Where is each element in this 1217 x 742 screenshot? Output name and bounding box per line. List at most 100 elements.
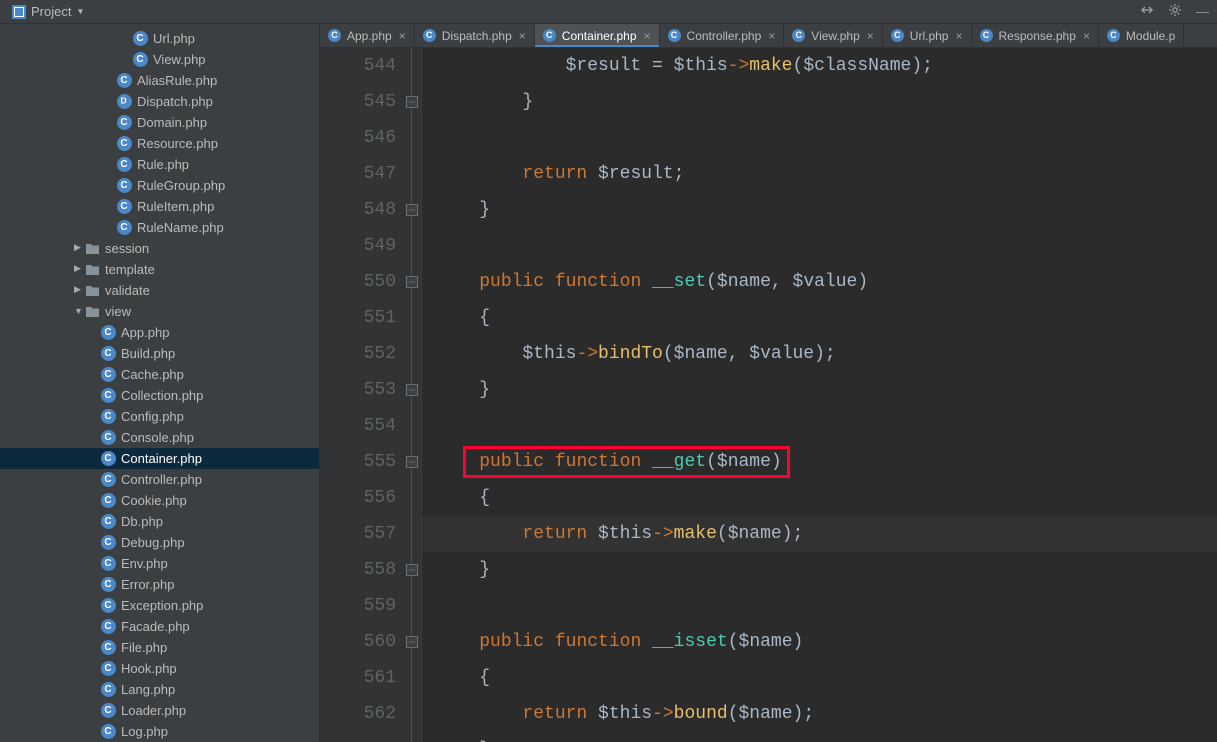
tree-file-cache-php[interactable]: CCache.php: [0, 364, 319, 385]
code-line[interactable]: {: [422, 660, 1217, 696]
tree-item-label: Url.php: [153, 31, 195, 46]
tree-file-app-php[interactable]: CApp.php: [0, 322, 319, 343]
code-line[interactable]: public function __get($name): [422, 444, 1217, 480]
tab-container-php[interactable]: CContainer.php×: [535, 24, 660, 47]
tree-file-debug-php[interactable]: CDebug.php: [0, 532, 319, 553]
code-line[interactable]: }: [422, 192, 1217, 228]
php-file-icon: C: [100, 388, 116, 404]
tree-file-domain-php[interactable]: CDomain.php: [0, 112, 319, 133]
close-icon[interactable]: ×: [955, 29, 962, 43]
tab-dispatch-php[interactable]: CDispatch.php×: [415, 24, 535, 47]
collapse-icon[interactable]: [1140, 3, 1154, 20]
project-tree[interactable]: CUrl.phpCView.phpCAliasRule.phpDDispatch…: [0, 24, 320, 742]
code-line[interactable]: $this->bindTo($name, $value);: [422, 336, 1217, 372]
code-line[interactable]: {: [422, 480, 1217, 516]
tab-view-php[interactable]: CView.php×: [784, 24, 883, 47]
close-icon[interactable]: ×: [1083, 29, 1090, 43]
gear-icon[interactable]: [1168, 3, 1182, 20]
php-file-icon: C: [100, 724, 116, 740]
fold-end-icon[interactable]: [406, 564, 418, 576]
tree-file-exception-php[interactable]: CException.php: [0, 595, 319, 616]
tree-file-file-php[interactable]: CFile.php: [0, 637, 319, 658]
close-icon[interactable]: ×: [519, 29, 526, 43]
fold-end-icon[interactable]: [406, 96, 418, 108]
code-line[interactable]: }: [422, 372, 1217, 408]
fold-collapse-icon[interactable]: [406, 636, 418, 648]
tab-app-php[interactable]: CApp.php×: [320, 24, 415, 47]
tab-label: Module.p: [1126, 29, 1175, 43]
close-icon[interactable]: ×: [867, 29, 874, 43]
tree-file-build-php[interactable]: CBuild.php: [0, 343, 319, 364]
fold-end-icon[interactable]: [406, 204, 418, 216]
tree-file-aliasrule-php[interactable]: CAliasRule.php: [0, 70, 319, 91]
code-line[interactable]: [422, 588, 1217, 624]
code-line[interactable]: $result = $this->make($className);: [422, 48, 1217, 84]
code-line[interactable]: public function __set($name, $value): [422, 264, 1217, 300]
php-file-icon: C: [100, 346, 116, 362]
code-line[interactable]: public function __isset($name): [422, 624, 1217, 660]
close-icon[interactable]: ×: [768, 29, 775, 43]
tab-url-php[interactable]: CUrl.php×: [883, 24, 972, 47]
tab-module-p[interactable]: CModule.p: [1099, 24, 1184, 47]
php-file-icon: C: [116, 115, 132, 131]
tree-file-config-php[interactable]: CConfig.php: [0, 406, 319, 427]
tree-folder-view[interactable]: ▼view: [0, 301, 319, 322]
tree-file-facade-php[interactable]: CFacade.php: [0, 616, 319, 637]
code-line[interactable]: }: [422, 84, 1217, 120]
tree-file-loader-php[interactable]: CLoader.php: [0, 700, 319, 721]
tree-file-db-php[interactable]: CDb.php: [0, 511, 319, 532]
tree-item-label: Debug.php: [121, 535, 185, 550]
project-selector[interactable]: Project ▼: [6, 2, 90, 21]
tree-file-error-php[interactable]: C Error.php: [0, 574, 319, 595]
hide-icon[interactable]: —: [1196, 4, 1207, 19]
code-line[interactable]: [422, 228, 1217, 264]
code-line[interactable]: return $this->make($name);: [422, 516, 1217, 552]
php-file-icon: C: [100, 598, 116, 614]
tree-file-resource-php[interactable]: CResource.php: [0, 133, 319, 154]
tree-item-label: Error.php: [121, 577, 174, 592]
code-line[interactable]: }: [422, 552, 1217, 588]
close-icon[interactable]: ×: [399, 29, 406, 43]
tab-controller-php[interactable]: CController.php×: [660, 24, 785, 47]
tree-file-env-php[interactable]: CEnv.php: [0, 553, 319, 574]
tree-file-rulegroup-php[interactable]: CRuleGroup.php: [0, 175, 319, 196]
code-editor[interactable]: $result = $this->make($className); } ret…: [422, 48, 1217, 742]
code-line[interactable]: }: [422, 732, 1217, 742]
tree-folder-validate[interactable]: ▶validate: [0, 280, 319, 301]
code-line[interactable]: [422, 120, 1217, 156]
code-line[interactable]: return $result;: [422, 156, 1217, 192]
close-icon[interactable]: ×: [644, 29, 651, 43]
fold-end-icon[interactable]: [406, 384, 418, 396]
tree-file-lang-php[interactable]: CLang.php: [0, 679, 319, 700]
tree-file-ruleitem-php[interactable]: CRuleItem.php: [0, 196, 319, 217]
tree-file-log-php[interactable]: CLog.php: [0, 721, 319, 742]
tab-response-php[interactable]: CResponse.php×: [972, 24, 1099, 47]
chevron-right-icon[interactable]: ▶: [74, 263, 84, 274]
tree-folder-session[interactable]: ▶session: [0, 238, 319, 259]
tree-file-console-php[interactable]: CConsole.php: [0, 427, 319, 448]
code-line[interactable]: [422, 408, 1217, 444]
tree-item-label: AliasRule.php: [137, 73, 217, 88]
tree-file-controller-php[interactable]: CController.php: [0, 469, 319, 490]
tree-file-view-php[interactable]: CView.php: [0, 49, 319, 70]
php-file-icon: C: [100, 451, 116, 467]
tree-file-url-php[interactable]: CUrl.php: [0, 28, 319, 49]
tree-file-dispatch-php[interactable]: DDispatch.php: [0, 91, 319, 112]
chevron-down-icon[interactable]: ▼: [74, 306, 84, 316]
code-line[interactable]: return $this->bound($name);: [422, 696, 1217, 732]
tree-file-hook-php[interactable]: CHook.php: [0, 658, 319, 679]
tree-file-rule-php[interactable]: CRule.php: [0, 154, 319, 175]
tree-item-label: RuleGroup.php: [137, 178, 225, 193]
tree-file-container-php[interactable]: CContainer.php: [0, 448, 319, 469]
fold-collapse-icon[interactable]: [406, 456, 418, 468]
php-file-icon: C: [100, 577, 116, 593]
chevron-right-icon[interactable]: ▶: [74, 284, 84, 295]
tree-file-rulename-php[interactable]: CRuleName.php: [0, 217, 319, 238]
code-line[interactable]: {: [422, 300, 1217, 336]
tree-folder-template[interactable]: ▶template: [0, 259, 319, 280]
chevron-right-icon[interactable]: ▶: [74, 242, 84, 253]
tree-file-cookie-php[interactable]: CCookie.php: [0, 490, 319, 511]
fold-collapse-icon[interactable]: [406, 276, 418, 288]
tree-file-collection-php[interactable]: CCollection.php: [0, 385, 319, 406]
php-file-icon: C: [792, 29, 806, 43]
